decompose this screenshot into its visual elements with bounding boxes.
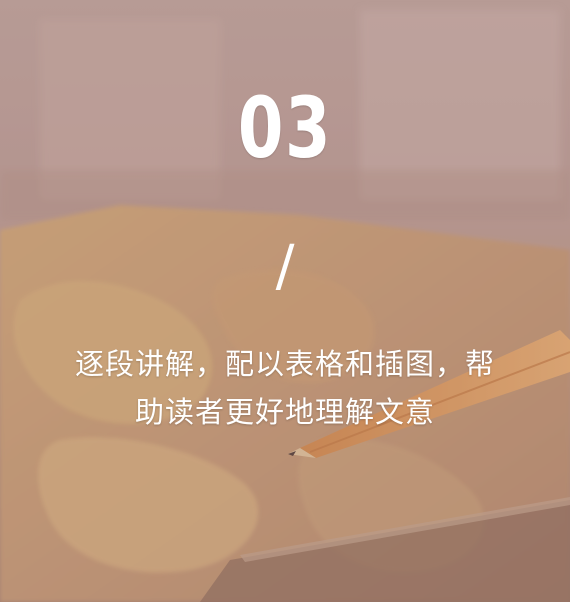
caption-line-2: 助读者更好地理解文意 xyxy=(134,395,435,429)
step-number: 03 xyxy=(237,79,333,177)
caption-line-1: 逐段讲解，配以表格和插图，帮 xyxy=(74,347,495,381)
slide: 03 / 逐段讲解，配以表格和插图，帮 助读者更好地理解文意 xyxy=(0,0,570,602)
separator-slash: / xyxy=(275,234,295,299)
caption-text: 逐段讲解，配以表格和插图，帮 助读者更好地理解文意 xyxy=(50,340,520,436)
slide-content: 03 / 逐段讲解，配以表格和插图，帮 助读者更好地理解文意 xyxy=(0,0,570,602)
